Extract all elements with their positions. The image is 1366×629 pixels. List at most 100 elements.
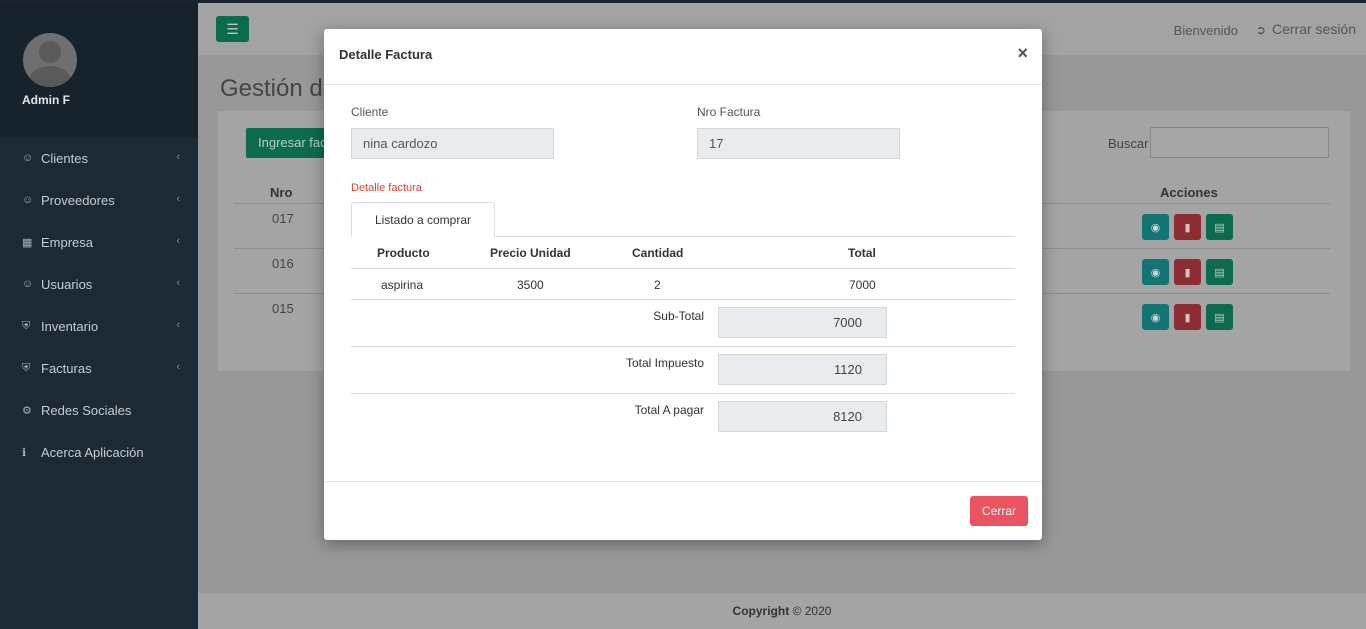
sidebar-item-empresa[interactable]: ▦ Empresa ‹ [0,221,198,263]
chevron-left-icon: ‹ [176,277,180,289]
chevron-left-icon: ‹ [176,151,180,163]
sidebar-item-label: Empresa [41,234,94,250]
pdf-button[interactable]: ▤ [1206,304,1233,330]
view-button[interactable]: ◉ [1142,304,1169,330]
sidebar: Admin F ☺ Clientes ‹ ☺ Proveedores ‹ ▦ E… [0,0,1366,629]
client-field[interactable]: nina cardozo [351,128,554,159]
delete-button[interactable]: ▮ [1174,214,1201,240]
total-label: Total A pagar [634,403,704,417]
delete-button[interactable]: ▮ [1174,304,1201,330]
eraser-icon: ▮ [1184,266,1191,279]
table-divider [351,268,1015,269]
eye-icon: ◉ [1150,266,1161,279]
sidebar-item-redes-sociales[interactable]: ⚙ Redes Sociales [0,389,198,431]
user-icon: ☺ [22,278,34,290]
page-title: Gestión de [220,75,337,102]
hamburger-icon: ☰ [226,21,239,37]
invoice-number: 017 [272,211,294,226]
sidebar-item-inventario[interactable]: ⛨ Inventario ‹ [0,305,198,347]
search-input[interactable] [1150,127,1329,158]
sidebar-item-label: Facturas [41,360,92,376]
sidebar-item-facturas[interactable]: ⛨ Facturas ‹ [0,347,198,389]
eye-icon: ◉ [1150,311,1161,324]
tax-label: Total Impuesto [625,356,704,370]
eraser-icon: ▮ [1184,311,1191,324]
invoice-detail-modal: Detalle Factura × Cliente nina cardozo N… [324,29,1042,540]
close-icon[interactable]: × [1017,43,1028,64]
column-header-total: Total [848,246,876,260]
logout-link[interactable]: ➲ Cerrar sesión [1256,21,1356,37]
sidebar-item-acerca[interactable]: ℹ Acerca Aplicación [0,431,198,473]
cart-icon: ⛨ [22,361,31,374]
sidebar-item-clientes[interactable]: ☺ Clientes ‹ [0,137,198,179]
chevron-left-icon: ‹ [176,235,180,247]
chevron-left-icon: ‹ [176,193,180,205]
client-label: Cliente [351,105,389,119]
sidebar-item-label: Acerca Aplicación [41,444,144,460]
welcome-text: Bienvenido [1173,23,1238,38]
building-icon: ▦ [22,236,33,249]
sidebar-item-usuarios[interactable]: ☺ Usuarios ‹ [0,263,198,305]
sidebar-item-label: Inventario [41,318,99,334]
chevron-left-icon: ‹ [176,361,180,373]
modal-header: Detalle Factura × [324,29,1042,85]
avatar [23,33,77,87]
sidebar-item-label: Usuarios [41,276,93,292]
view-button[interactable]: ◉ [1142,259,1169,285]
invoice-number-label: Nro Factura [697,105,761,119]
user-icon: ☺ [22,152,34,164]
total-field[interactable]: 8120 [718,401,887,432]
file-pdf-icon: ▤ [1214,311,1225,324]
info-icon: ℹ [22,446,27,459]
column-header-acciones: Acciones [1160,185,1218,200]
file-pdf-icon: ▤ [1214,266,1225,279]
column-header-cantidad: Cantidad [632,246,684,260]
copyright-label: Copyright [732,604,790,618]
tab-listado[interactable]: Listado a comprar [351,202,495,237]
file-pdf-icon: ▤ [1214,221,1225,234]
section-label: Detalle factura [351,182,422,194]
item-cantidad: 2 [654,278,661,292]
user-icon: ☺ [22,194,34,206]
pdf-button[interactable]: ▤ [1206,259,1233,285]
invoice-number-field[interactable]: 17 [697,128,900,159]
column-header-producto: Producto [377,246,430,260]
column-header-nro: Nro [270,185,293,200]
table-divider [351,346,1015,347]
close-button[interactable]: Cerrar [970,496,1028,526]
invoice-number: 016 [272,256,294,271]
user-profile: Admin F [0,3,198,137]
invoice-number: 015 [272,301,294,316]
sidebar-item-label: Proveedores [41,192,115,208]
footer: Copyright © 2020 [198,593,1366,629]
delete-button[interactable]: ▮ [1174,259,1201,285]
subtotal-label: Sub-Total [653,309,704,323]
user-name: Admin F [22,93,70,107]
item-total: 7000 [849,278,876,292]
sidebar-item-label: Clientes [41,150,88,166]
eye-icon: ◉ [1150,221,1161,234]
item-precio: 3500 [517,278,544,292]
table-divider [351,299,1015,300]
gear-icon: ⚙ [22,404,32,417]
view-button[interactable]: ◉ [1142,214,1169,240]
cart-icon: ⛨ [22,319,31,332]
sidebar-item-proveedores[interactable]: ☺ Proveedores ‹ [0,179,198,221]
copyright-year: © 2020 [792,604,832,618]
column-header-precio: Precio Unidad [490,246,571,260]
sidebar-menu: ☺ Clientes ‹ ☺ Proveedores ‹ ▦ Empresa ‹… [0,137,198,473]
search-label: Buscar [1108,136,1149,151]
sidebar-item-label: Redes Sociales [41,402,132,418]
subtotal-field[interactable]: 7000 [718,307,887,338]
modal-footer-divider [324,481,1042,482]
eraser-icon: ▮ [1184,221,1191,234]
modal-title: Detalle Factura [339,47,433,62]
menu-toggle-button[interactable]: ☰ [216,16,249,42]
logout-label: Cerrar sesión [1271,21,1356,37]
pdf-button[interactable]: ▤ [1206,214,1233,240]
sign-out-icon: ➲ [1255,23,1266,37]
tax-field[interactable]: 1120 [718,354,887,385]
chevron-left-icon: ‹ [176,319,180,331]
table-divider [351,393,1015,394]
item-producto: aspirina [381,278,424,292]
